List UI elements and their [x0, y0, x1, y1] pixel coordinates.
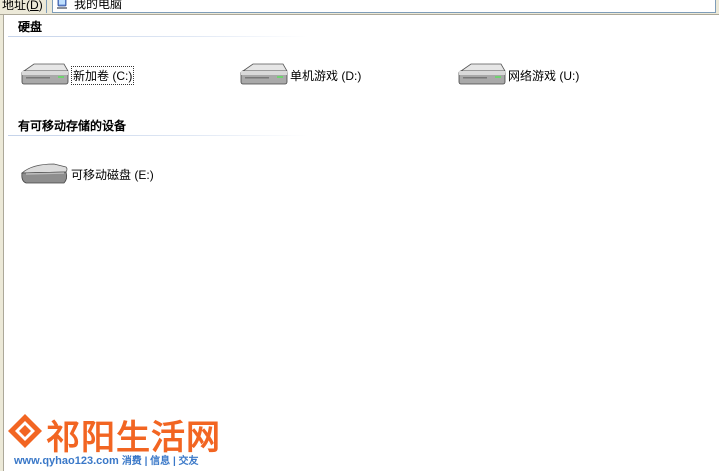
address-input[interactable]: 我的电脑 [52, 0, 716, 13]
drive-u-name: 网络游戏 [508, 68, 557, 83]
drive-c[interactable]: 新加卷 (C:) [18, 62, 135, 88]
drive-c-label: 新加卷 (C:) [71, 65, 135, 85]
drive-u-letter: (U:) [559, 68, 580, 83]
drive-u[interactable]: 网络游戏 (U:) [455, 62, 579, 88]
group-header-hard-drives: 硬盘 [18, 20, 43, 34]
drive-d-name: 单机游戏 [290, 68, 339, 83]
group-header-removable: 有可移动存储的设备 [18, 119, 127, 133]
drive-u-label: 网络游戏 (U:) [508, 67, 579, 84]
address-accel: D [30, 0, 39, 12]
drive-d[interactable]: 单机游戏 (D:) [237, 62, 361, 88]
removable-disk-icon [20, 163, 68, 184]
address-label-text: 地址 [2, 0, 27, 12]
drive-e[interactable]: 可移动磁盘 (E:) [18, 161, 154, 187]
drive-d-label: 单机游戏 (D:) [290, 67, 361, 84]
left-frame-edge [0, 15, 4, 471]
address-label: 地址(D) [0, 0, 47, 13]
group-divider-hard-drives [8, 36, 308, 37]
my-computer-icon [57, 0, 67, 9]
group-divider-removable [8, 135, 308, 136]
address-bar: 地址(D) 我的电脑 [0, 0, 719, 15]
drive-c-name: 新加卷 [73, 68, 110, 83]
hard-drive-icon [21, 63, 69, 85]
hard-drive-icon [458, 63, 506, 85]
hard-drive-icon [240, 63, 288, 85]
drive-d-letter: (D:) [341, 68, 362, 83]
watermark-tags: 消费 | 信息 | 交友 [121, 456, 199, 467]
watermark-url: www.qyhao123.com 消费 | 信息 | 交友 [14, 452, 199, 467]
watermark-logo-icon [8, 414, 42, 448]
drive-c-letter: (C:) [112, 68, 133, 83]
address-path: 我的电脑 [74, 0, 123, 11]
watermark-url-text: www.qyhao123.com [14, 455, 119, 467]
drive-e-label: 可移动磁盘 (E:) [71, 166, 154, 183]
drive-e-name: 可移动磁盘 [71, 167, 132, 182]
site-watermark: 祁阳生活网 www.qyhao123.com 消费 | 信息 | 交友 [6, 410, 226, 470]
drive-e-letter: (E:) [134, 167, 154, 182]
